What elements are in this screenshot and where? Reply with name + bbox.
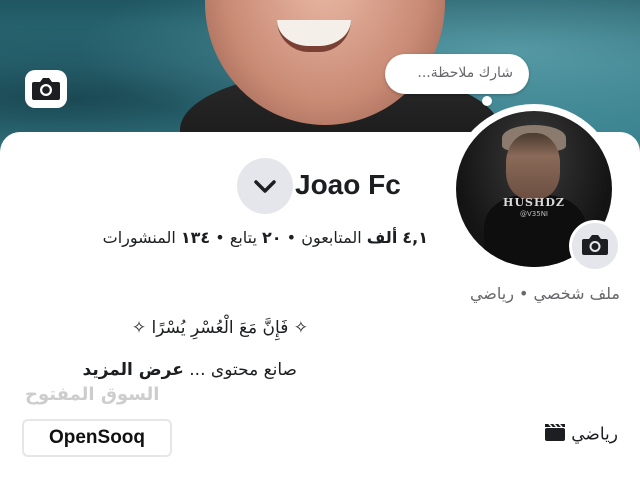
bio-quote: ✧ فَإِنَّ مَعَ الْعُسْرِ يُسْرًا ✧ <box>131 318 308 338</box>
watermark-logo: OpenSooq <box>24 421 170 455</box>
watermark-english: OpenSooq <box>48 427 146 448</box>
followers-count: ٤,١ <box>402 228 428 247</box>
see-more-link[interactable]: عرض المزيد <box>83 360 184 380</box>
stats-separator: • <box>286 228 297 247</box>
following-label: يتابع <box>229 228 257 247</box>
avatar-handle-text: @V35NI <box>520 210 548 218</box>
profile-tag[interactable]: رياضي <box>536 422 618 447</box>
bio-description: صانع محتوى ... عرض المزيد <box>83 360 298 380</box>
chevron-down-icon <box>254 180 276 193</box>
posts-link[interactable]: ١٣٤ المنشورات <box>103 228 211 247</box>
profile-category: ملف شخصي • رياضي <box>469 284 620 303</box>
following-count: ٢٠ <box>262 228 282 247</box>
avatar-person-head <box>506 133 560 199</box>
profile-name: Joao Fc <box>295 169 401 200</box>
note-bubble-tail <box>482 96 492 106</box>
avatar-camera-button[interactable] <box>569 220 621 272</box>
clapperboard-icon <box>544 422 566 447</box>
camera-icon <box>582 235 608 255</box>
posts-label: المنشورات <box>102 228 176 247</box>
cover-camera-button[interactable] <box>25 70 67 108</box>
bio-text: صانع محتوى ... <box>189 360 297 380</box>
stats-separator: • <box>215 228 225 247</box>
avatar-brand-text: HUSHDZ <box>503 196 565 209</box>
following-link[interactable]: ٢٠ يتابع <box>230 228 282 247</box>
note-bubble[interactable]: شارك ملاحظة... <box>385 54 529 94</box>
followers-label: المتابعون <box>301 228 362 247</box>
tag-label: رياضي <box>571 424 618 445</box>
followers-unit: ألف <box>366 228 398 247</box>
camera-icon <box>32 78 60 100</box>
profile-stats: ٤,١ ألف المتابعون • ٢٠ يتابع • ١٣٤ المنش… <box>103 228 428 247</box>
posts-count: ١٣٤ <box>180 228 211 247</box>
note-prompt: شارك ملاحظة... <box>417 65 513 81</box>
profile-menu-button[interactable] <box>237 158 293 214</box>
followers-link[interactable]: ٤,١ ألف المتابعون <box>301 228 428 247</box>
watermark-arabic: السوق المفتوح <box>25 384 160 405</box>
